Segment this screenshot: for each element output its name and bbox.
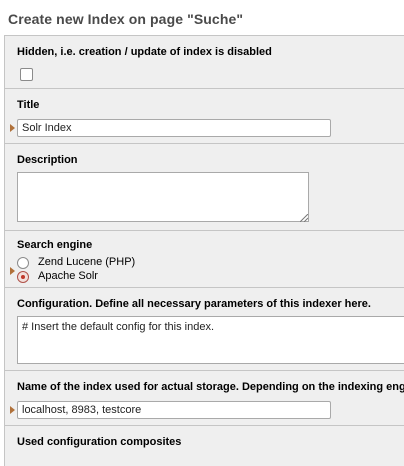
configuration-label: Configuration. Define all necessary para…: [17, 298, 371, 310]
title-label: Title: [17, 99, 40, 111]
description-section: Description: [4, 144, 404, 231]
storage-label: Name of the index used for actual storag…: [17, 381, 404, 393]
radio-label: Apache Solr: [38, 270, 98, 282]
storage-section: Name of the index used for actual storag…: [4, 371, 404, 426]
hidden-label: Hidden, i.e. creation / update of index …: [17, 46, 272, 58]
title-input[interactable]: Solr Index: [17, 119, 331, 137]
resize-grip-icon[interactable]: [300, 214, 308, 222]
title-section: Title Solr Index: [4, 89, 404, 144]
configuration-section: Configuration. Define all necessary para…: [4, 288, 404, 371]
required-marker-icon: [10, 406, 15, 414]
composites-label: Used configuration composites: [17, 436, 182, 448]
search-engine-label: Search engine: [17, 239, 93, 251]
composites-section: Used configuration composites: [4, 426, 404, 466]
hidden-section: Hidden, i.e. creation / update of index …: [4, 36, 404, 89]
storage-input[interactable]: localhost, 8983, testcore: [17, 401, 331, 419]
description-label: Description: [17, 154, 78, 166]
search-engine-section: Search engine Zend Lucene (PHP) Apache S…: [4, 231, 404, 288]
required-marker-icon: [10, 267, 15, 275]
page-title: Create new Index on page "Suche": [8, 11, 244, 27]
radio-button-selected[interactable]: [17, 271, 29, 283]
configuration-textarea[interactable]: # Insert the default config for this ind…: [17, 316, 404, 364]
index-form: Hidden, i.e. creation / update of index …: [4, 35, 404, 466]
radio-button[interactable]: [17, 257, 29, 269]
required-marker-icon: [10, 124, 15, 132]
hidden-checkbox[interactable]: [20, 68, 33, 81]
radio-label: Zend Lucene (PHP): [38, 256, 136, 268]
description-textarea[interactable]: [17, 172, 309, 222]
